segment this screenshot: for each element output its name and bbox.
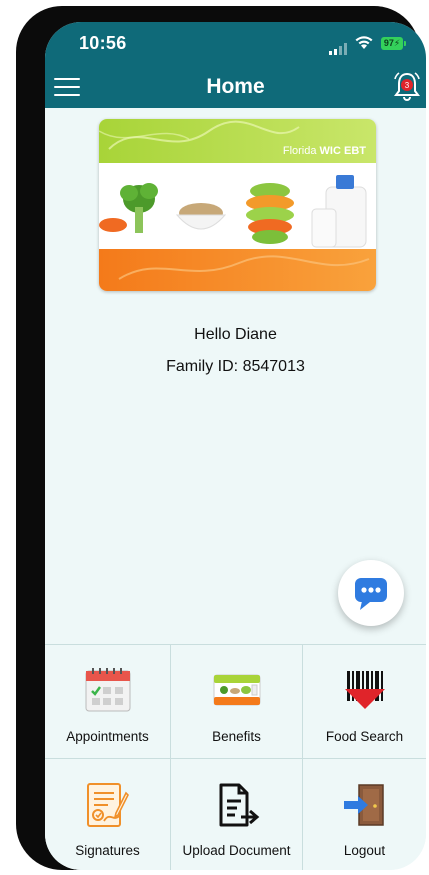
tile-benefits[interactable]: Benefits — [171, 645, 303, 759]
broccoli-carrot-panel — [99, 163, 166, 249]
tile-label: Signatures — [75, 843, 140, 858]
card-top-band: Florida WIC EBT — [99, 119, 376, 163]
greeting-text: Hello Diane — [194, 326, 277, 343]
cellular-signal-icon — [329, 37, 349, 55]
status-bar: 10:56 97⚡ — [45, 22, 426, 66]
chat-bubble-icon — [355, 578, 387, 610]
tile-appointments[interactable]: Appointments — [45, 645, 171, 759]
tile-signatures[interactable]: Signatures — [45, 759, 171, 870]
barcode-scan-icon — [344, 671, 385, 709]
tile-label: Benefits — [212, 729, 261, 744]
document-upload-icon — [219, 783, 259, 827]
family-id-text: Family ID: 8547013 — [166, 358, 305, 375]
phone-frame: 10:56 97⚡ Home 3 Florida WIC EBT Hello D… — [16, 6, 426, 870]
card-bottom-band — [99, 249, 376, 291]
notification-bell-icon[interactable]: 3 — [391, 70, 423, 104]
wic-card-icon — [213, 674, 260, 706]
calendar-icon — [85, 668, 130, 712]
notification-count: 3 — [405, 81, 410, 90]
tile-label: Logout — [343, 843, 386, 858]
status-time: 10:56 — [79, 33, 127, 53]
milk-jug-panel — [306, 163, 376, 249]
tile-label: Food Search — [325, 729, 404, 744]
chat-button[interactable] — [338, 560, 404, 626]
card-brand-text: Florida WIC EBT — [282, 145, 366, 157]
app-header: Home 3 — [45, 66, 426, 108]
menu-grid: Appointments Benefits Food Search Signat… — [45, 644, 426, 870]
signature-document-icon — [86, 783, 129, 827]
tile-logout[interactable]: Logout — [303, 759, 426, 870]
screen: 10:56 97⚡ Home 3 Florida WIC EBT Hello D… — [45, 22, 426, 870]
battery-level: 97 — [383, 38, 394, 48]
tile-label: Upload Document — [182, 843, 291, 858]
page-title: Home — [206, 75, 265, 98]
logout-door-icon — [343, 784, 384, 826]
tile-upload-document[interactable]: Upload Document — [171, 759, 303, 870]
grain-bowl-panel — [168, 163, 235, 249]
tile-food-search[interactable]: Food Search — [303, 645, 426, 759]
wifi-icon — [355, 36, 373, 49]
wic-ebt-card-image: Florida WIC EBT — [99, 119, 376, 291]
sliced-fruit-panel — [237, 163, 304, 249]
battery-icon: 97⚡ — [381, 37, 406, 50]
tile-label: Appointments — [66, 729, 149, 744]
